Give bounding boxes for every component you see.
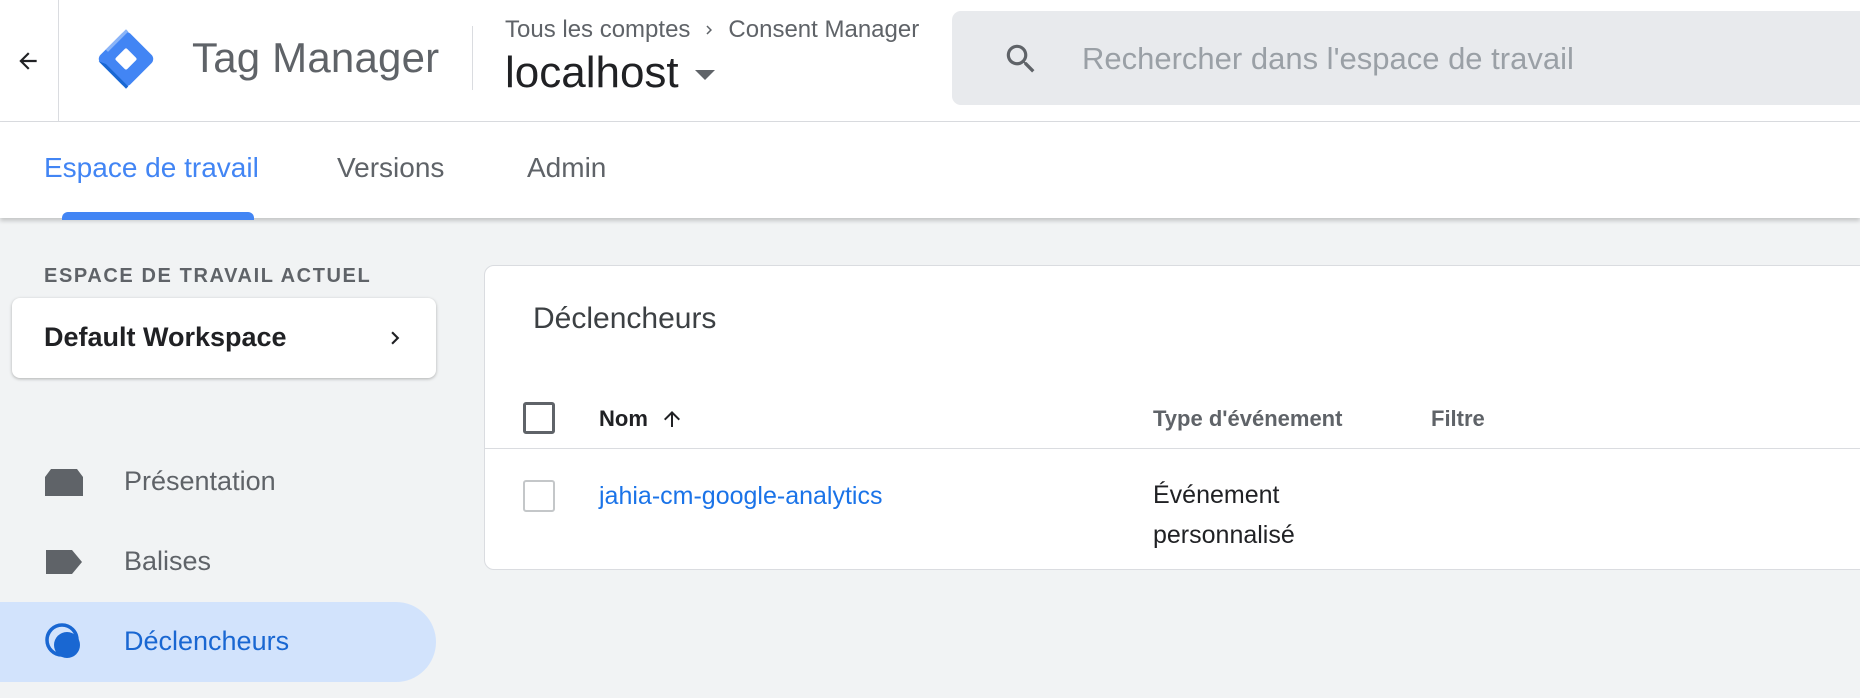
overview-icon <box>45 469 83 496</box>
select-all-checkbox[interactable] <box>523 402 555 434</box>
trigger-event-type: Événement personnalisé <box>1153 481 1295 549</box>
trigger-icon <box>45 623 80 658</box>
column-header-label: Nom <box>599 406 648 431</box>
sidebar-item-triggers[interactable]: Déclencheurs <box>0 602 436 682</box>
tab-admin[interactable]: Admin <box>527 152 606 184</box>
tag-manager-logo-icon <box>98 29 154 89</box>
breadcrumb-container-group[interactable]: Consent Manager <box>728 16 919 44</box>
sidebar-item-overview[interactable]: Présentation <box>0 442 436 522</box>
arrow-upward-icon <box>663 411 680 427</box>
arrow-back-icon <box>19 52 37 70</box>
column-header-event-type[interactable]: Type d'événement <box>1153 406 1342 432</box>
product-name: Tag Manager <box>192 34 440 81</box>
tab-versions[interactable]: Versions <box>337 152 444 184</box>
active-tab-indicator <box>62 212 254 220</box>
header-divider <box>472 26 473 90</box>
tab-bar: Espace de travail Versions Admin <box>0 122 1860 218</box>
sidebar-item-label: Balises <box>124 546 212 576</box>
card-title: Déclencheurs <box>533 302 717 335</box>
tag-icon <box>46 550 82 574</box>
sidebar-item-tags[interactable]: Balises <box>0 522 436 602</box>
search-input[interactable] <box>1080 31 1844 87</box>
back-button[interactable] <box>0 0 59 121</box>
column-header-name[interactable]: Nom <box>599 406 684 432</box>
chevron-right-icon <box>391 331 400 345</box>
column-header-filter[interactable]: Filtre <box>1431 406 1485 432</box>
search-box <box>952 11 1860 105</box>
tab-workspace[interactable]: Espace de travail <box>44 152 259 184</box>
breadcrumb-account[interactable]: Tous les comptes <box>505 16 690 44</box>
container-selector[interactable]: localhost <box>505 48 715 98</box>
current-workspace-label: ESPACE DE TRAVAIL ACTUEL <box>44 265 372 287</box>
sidebar-item-label: Présentation <box>124 466 276 496</box>
search-icon <box>1006 44 1035 73</box>
workspace-selector[interactable]: Default Workspace <box>12 298 436 378</box>
triggers-card: Déclencheurs Nom Type d'événement Filtre… <box>484 265 1860 570</box>
trigger-name-link[interactable]: jahia-cm-google-analytics <box>599 482 882 511</box>
chevron-right-icon <box>700 21 718 39</box>
row-checkbox[interactable] <box>523 480 555 512</box>
workspace-name: Default Workspace <box>44 322 287 352</box>
breadcrumb: Tous les comptes Consent Manager <box>505 16 919 44</box>
sidebar-item-label: Déclencheurs <box>124 626 290 656</box>
container-name: localhost <box>505 48 679 97</box>
dropdown-arrow-icon <box>694 70 715 80</box>
top-app-bar: Tag Manager Tous les comptes Consent Man… <box>0 0 1860 122</box>
